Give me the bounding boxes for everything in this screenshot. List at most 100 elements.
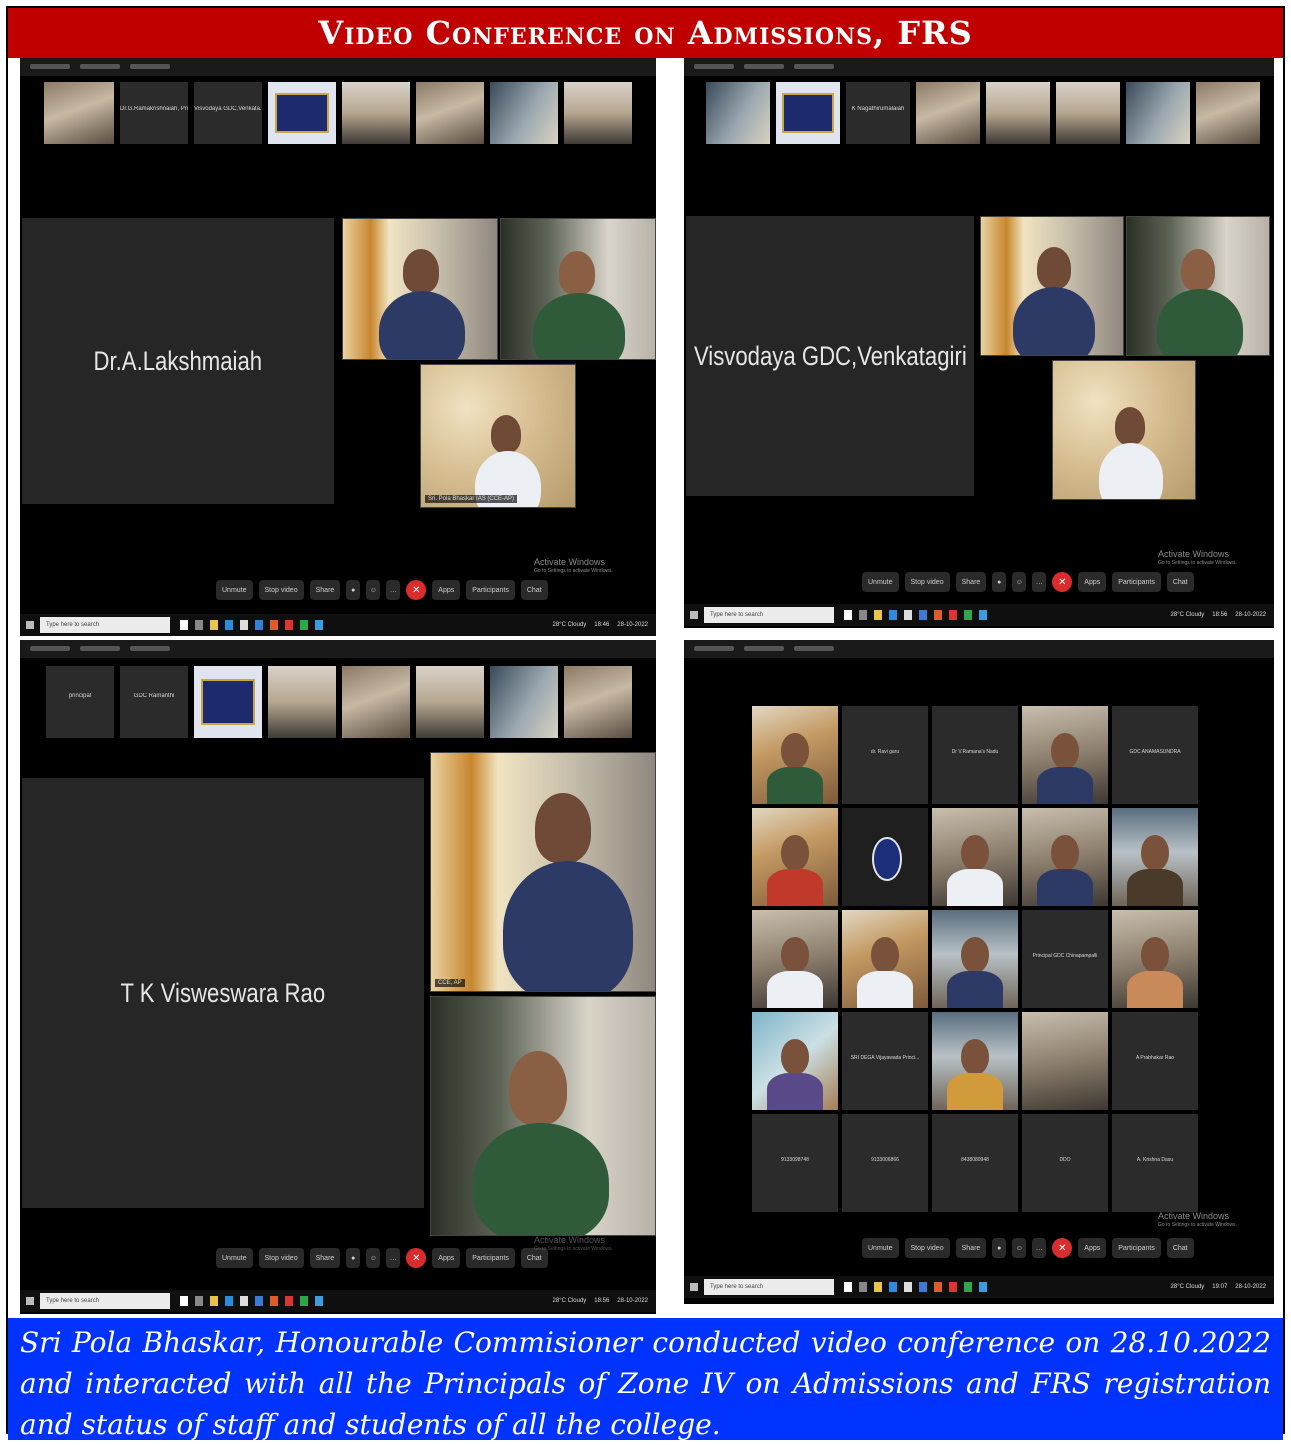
participants-button[interactable]: Participants — [1112, 572, 1161, 592]
chat-button[interactable]: Chat — [1166, 1238, 1194, 1258]
leave-call-icon[interactable]: ✕ — [1052, 1238, 1073, 1258]
reaction-icon[interactable]: ☺ — [366, 580, 381, 600]
gallery-tile[interactable] — [932, 808, 1018, 906]
more-icon[interactable]: … — [386, 580, 401, 600]
windows-start-icon[interactable] — [690, 1283, 698, 1291]
record-icon[interactable]: ● — [346, 1248, 361, 1268]
participant-thumbnail[interactable]: K Nagathirumalaiah — [846, 82, 910, 144]
participant-thumbnail[interactable] — [416, 82, 484, 144]
participant-thumbnail[interactable] — [268, 666, 336, 738]
leave-call-icon[interactable]: ✕ — [406, 1248, 427, 1268]
gallery-tile[interactable]: Dr V.Ramana's Nadu — [932, 706, 1018, 804]
windows-start-icon[interactable] — [690, 611, 698, 619]
gallery-tile[interactable]: 8438080948 — [932, 1114, 1018, 1212]
stop-video-button[interactable]: Stop video — [258, 580, 304, 600]
participant-video[interactable] — [342, 218, 498, 360]
gallery-tile[interactable]: Principal GDC Chinapampalli — [1022, 910, 1108, 1008]
participant-thumbnail[interactable] — [490, 82, 558, 144]
gallery-tile[interactable]: GDC ANAMASUNDRA — [1112, 706, 1198, 804]
apps-button[interactable]: Apps — [1078, 572, 1107, 592]
active-speaker-tile[interactable]: Visvodaya GDC,Venkatagiri — [686, 216, 974, 496]
record-icon[interactable]: ● — [992, 1238, 1007, 1258]
participant-video[interactable]: CCE, AP — [430, 752, 656, 992]
participant-thumbnail[interactable] — [1126, 82, 1190, 144]
participant-video[interactable] — [430, 996, 656, 1236]
more-icon[interactable]: … — [386, 1248, 401, 1268]
unmute-button[interactable]: Unmute — [216, 580, 253, 600]
participant-thumbnail[interactable] — [44, 82, 114, 144]
participant-thumbnail[interactable]: Visvodaya GDC,Venkata... — [194, 82, 262, 144]
apps-button[interactable]: Apps — [1078, 1238, 1107, 1258]
more-icon[interactable]: … — [1032, 1238, 1047, 1258]
active-speaker-tile[interactable]: T K Visweswara Rao — [22, 778, 424, 1208]
participant-video[interactable] — [1126, 216, 1270, 356]
gallery-tile[interactable]: 9133098748 — [752, 1114, 838, 1212]
gallery-tile[interactable] — [752, 706, 838, 804]
reaction-icon[interactable]: ☺ — [1012, 572, 1027, 592]
participant-thumbnail[interactable] — [416, 666, 484, 738]
windows-start-icon[interactable] — [26, 621, 34, 629]
unmute-button[interactable]: Unmute — [862, 1238, 899, 1258]
participants-button[interactable]: Participants — [466, 580, 515, 600]
more-icon[interactable]: … — [1032, 572, 1047, 592]
apps-button[interactable]: Apps — [432, 580, 461, 600]
unmute-button[interactable]: Unmute — [216, 1248, 253, 1268]
participants-button[interactable]: Participants — [466, 1248, 515, 1268]
participant-thumbnail[interactable] — [342, 82, 410, 144]
gallery-tile[interactable] — [1022, 808, 1108, 906]
gallery-tile[interactable] — [842, 910, 928, 1008]
gallery-tile[interactable] — [752, 808, 838, 906]
participant-thumbnail[interactable]: principal — [46, 666, 114, 738]
participant-video[interactable] — [980, 216, 1124, 356]
chat-button[interactable]: Chat — [520, 580, 548, 600]
participants-button[interactable]: Participants — [1112, 1238, 1161, 1258]
stop-video-button[interactable]: Stop video — [904, 1238, 950, 1258]
participant-thumbnail[interactable] — [342, 666, 410, 738]
gallery-tile[interactable]: A Prabhakar Rao — [1112, 1012, 1198, 1110]
gallery-tile[interactable] — [932, 910, 1018, 1008]
active-speaker-tile[interactable]: Dr.A.Lakshmaiah — [22, 218, 334, 504]
gallery-tile[interactable] — [1112, 910, 1198, 1008]
participant-thumbnail[interactable] — [1056, 82, 1120, 144]
participant-thumbnail[interactable] — [268, 82, 336, 144]
unmute-button[interactable]: Unmute — [862, 572, 899, 592]
record-icon[interactable]: ● — [346, 580, 361, 600]
gallery-tile[interactable] — [752, 1012, 838, 1110]
reaction-icon[interactable]: ☺ — [1012, 1238, 1027, 1258]
record-icon[interactable]: ● — [992, 572, 1007, 592]
taskbar-search-input[interactable]: Type here to search — [704, 607, 834, 623]
stop-video-button[interactable]: Stop video — [904, 572, 950, 592]
windows-start-icon[interactable] — [26, 1297, 34, 1305]
taskbar-search-input[interactable]: Type here to search — [40, 617, 170, 633]
gallery-tile[interactable]: dr. Ravi garu — [842, 706, 928, 804]
share-button[interactable]: Share — [309, 1248, 341, 1268]
gallery-tile[interactable] — [842, 808, 928, 906]
apps-button[interactable]: Apps — [432, 1248, 461, 1268]
share-button[interactable]: Share — [955, 572, 987, 592]
stop-video-button[interactable]: Stop video — [258, 1248, 304, 1268]
share-button[interactable]: Share — [955, 1238, 987, 1258]
gallery-tile[interactable] — [1022, 706, 1108, 804]
gallery-tile[interactable] — [752, 910, 838, 1008]
participant-thumbnail[interactable] — [986, 82, 1050, 144]
taskbar-search-input[interactable]: Type here to search — [704, 1279, 834, 1295]
gallery-tile[interactable] — [1112, 808, 1198, 906]
gallery-tile[interactable]: A. Krishna Dasu — [1112, 1114, 1198, 1212]
participant-video[interactable] — [500, 218, 656, 360]
gallery-tile[interactable]: DDO — [1022, 1114, 1108, 1212]
participant-thumbnail[interactable] — [490, 666, 558, 738]
gallery-tile[interactable] — [1022, 1012, 1108, 1110]
gallery-tile[interactable]: 9133006866 — [842, 1114, 928, 1212]
gallery-tile[interactable]: SRI DEGA Vijayawada Princi... — [842, 1012, 928, 1110]
reaction-icon[interactable]: ☺ — [366, 1248, 381, 1268]
participant-thumbnail[interactable] — [564, 82, 632, 144]
participant-thumbnail[interactable] — [1196, 82, 1260, 144]
participant-video[interactable] — [1052, 360, 1196, 500]
participant-video[interactable]: Sri. Pola Bhaskar IAS (CCE-AP) — [420, 364, 576, 508]
share-button[interactable]: Share — [309, 580, 341, 600]
participant-thumbnail[interactable] — [564, 666, 632, 738]
participant-thumbnail[interactable]: Dr.G.Ramakrishnaiah, Princ... — [120, 82, 188, 144]
participant-thumbnail[interactable]: GDC Ramanthi — [120, 666, 188, 738]
participant-thumbnail[interactable] — [194, 666, 262, 738]
leave-call-icon[interactable]: ✕ — [406, 580, 427, 600]
